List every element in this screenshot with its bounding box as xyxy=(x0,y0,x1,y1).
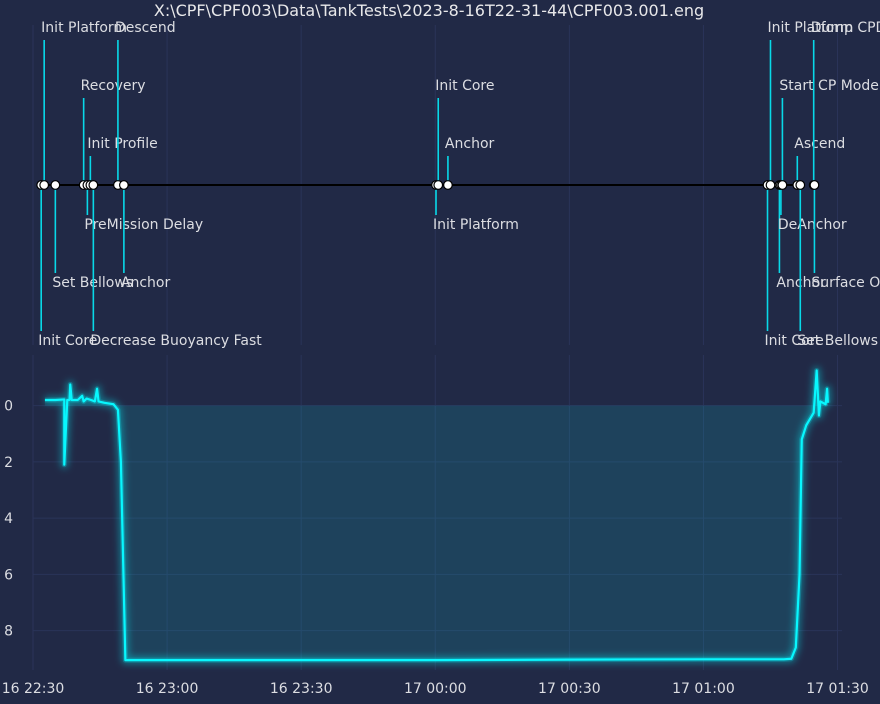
x-tick-label: 17 01:00 xyxy=(672,681,735,697)
event-label: Init Core xyxy=(38,333,97,349)
event-label: DeAnchor xyxy=(778,217,847,233)
event-marker xyxy=(118,180,129,190)
event-label: Recovery xyxy=(81,78,146,94)
event-marker xyxy=(765,180,776,190)
event-label: Dump CPData xyxy=(811,20,880,36)
event-label: Init Platform xyxy=(433,217,519,233)
event-label: Set Bellows xyxy=(797,333,878,349)
event-label: Surface Ops xyxy=(811,275,880,291)
y-tick-label: 0 xyxy=(4,399,13,415)
x-tick-label: 17 00:00 xyxy=(404,681,467,697)
event-marker xyxy=(777,180,788,190)
x-tick-label: 17 00:30 xyxy=(538,681,601,697)
y-tick-label: 8 xyxy=(4,624,13,640)
x-tick-label: 16 22:30 xyxy=(2,681,65,697)
event-marker xyxy=(50,180,61,190)
x-tick-label: 16 23:30 xyxy=(270,681,333,697)
event-marker xyxy=(433,180,444,190)
event-marker xyxy=(39,180,50,190)
event-label: Start CP Mode xyxy=(779,78,878,94)
event-marker xyxy=(809,180,820,190)
event-label: Init Core xyxy=(435,78,494,94)
event-label: Descend xyxy=(115,20,176,36)
y-tick-label: 6 xyxy=(4,567,13,583)
chart-root: X:\CPF\CPF003\Data\TankTests\2023-8-16T2… xyxy=(0,0,880,700)
chart-svg: X:\CPF\CPF003\Data\TankTests\2023-8-16T2… xyxy=(2,1,880,697)
event-label: Decrease Buoyancy Fast xyxy=(90,333,262,349)
event-label: Anchor xyxy=(445,136,495,152)
y-tick-label: 4 xyxy=(4,511,13,527)
event-label: Init Profile xyxy=(87,136,157,152)
event-marker xyxy=(443,180,453,190)
event-label: Anchor xyxy=(121,275,171,291)
y-tick-label: 2 xyxy=(4,455,13,471)
event-marker xyxy=(88,180,99,190)
event-label: PreMission Delay xyxy=(84,217,203,233)
depth-area-fill xyxy=(44,370,828,661)
event-label: Ascend xyxy=(794,136,845,152)
event-marker xyxy=(795,180,806,190)
x-tick-label: 17 01:30 xyxy=(806,681,869,697)
x-tick-label: 16 23:00 xyxy=(136,681,199,697)
chart-title: X:\CPF\CPF003\Data\TankTests\2023-8-16T2… xyxy=(154,1,704,20)
